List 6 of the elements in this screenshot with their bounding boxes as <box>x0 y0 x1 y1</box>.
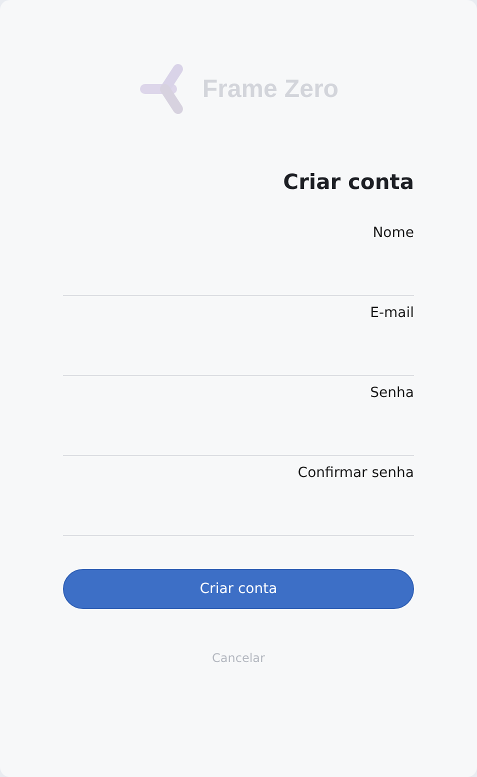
field-label: Nome <box>372 224 414 242</box>
field-label: Senha <box>370 384 414 402</box>
create-account-button[interactable]: Criar conta <box>63 569 414 609</box>
form-title: Criar conta <box>283 170 414 194</box>
field-label: E-mail <box>370 304 414 322</box>
field-label: Confirmar senha <box>298 464 414 482</box>
